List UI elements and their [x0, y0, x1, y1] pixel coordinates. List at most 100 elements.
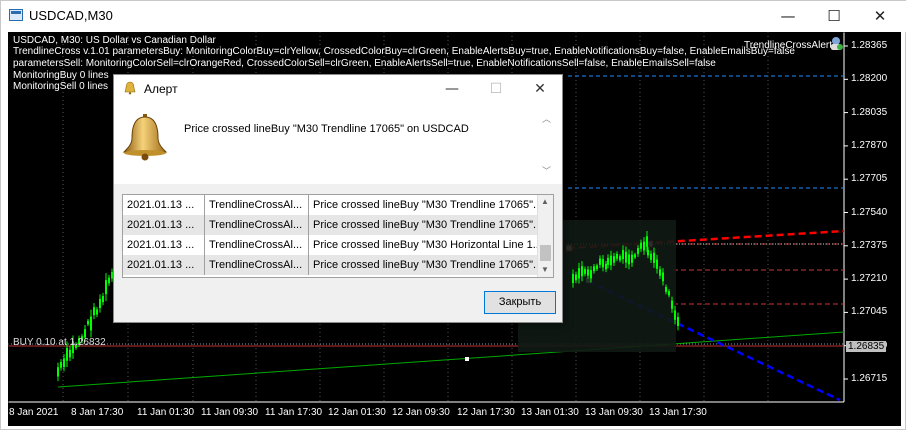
time-tick-label: 11 Jan 09:30 [201, 407, 259, 418]
price-tick-label: 1.27870 [851, 139, 888, 151]
candle-body [646, 236, 648, 247]
candle-body [87, 320, 89, 325]
price-tick-label: 1.27540 [851, 206, 888, 218]
candle-body [650, 253, 652, 260]
maximize-button[interactable]: ☐ [811, 1, 857, 32]
current-price-label: 1.26835 [846, 341, 887, 352]
alert-row-source: TrendlineCrossAl... [205, 255, 309, 275]
alert-dialog-titlebar: Алерт — ☐ ✕ [114, 75, 562, 104]
window-title: USDCAD,M30 [29, 8, 113, 23]
alert-list-scrollbar[interactable]: ▲ ▼ [537, 195, 553, 277]
candle-body [613, 256, 615, 263]
candle-body [581, 266, 583, 277]
candle-body [668, 291, 670, 296]
candle-body [610, 255, 612, 266]
time-tick-label: 11 Jan 17:30 [265, 407, 323, 418]
scroll-down-arrow-icon[interactable]: ﹀ [542, 164, 551, 177]
price-tick-label: 1.27375 [851, 239, 888, 251]
price-tick-label: 1.27705 [851, 173, 888, 185]
time-tick-label: 12 Jan 01:30 [328, 407, 386, 418]
time-tick-label: 11 Jan 01:30 [137, 407, 195, 418]
alert-row-time: 2021.01.13 ... [123, 235, 205, 255]
candle-body [653, 252, 655, 263]
time-tick-label: 13 Jan 17:30 [649, 407, 707, 418]
candle-body [605, 263, 607, 270]
candle-body [631, 254, 633, 263]
alert-row-message: Price crossed lineBuy "M30 Trendline 170… [313, 259, 539, 271]
candle-body [656, 259, 658, 269]
candle-body [57, 367, 59, 377]
alert-message-area: Price crossed lineBuy "M30 Trendline 170… [114, 104, 562, 184]
candle-body [607, 257, 609, 265]
candle-body [659, 269, 661, 276]
candle-body [93, 307, 95, 316]
candle-body [105, 280, 107, 295]
candle-body [619, 256, 621, 261]
list-scroll-down-icon[interactable]: ▼ [541, 265, 549, 274]
dialog-maximize-button: ☐ [489, 81, 503, 97]
candle-body [584, 269, 586, 274]
candle-body [578, 268, 580, 279]
chart-info-buy-params: TrendlineCross v.1.01 parametersBuy: Mon… [13, 46, 795, 57]
alert-row-time: 2021.01.13 ... [123, 215, 205, 235]
candle-body [622, 249, 624, 260]
alert-row[interactable]: 2021.01.13 ... TrendlineCrossAl... Price… [123, 215, 539, 235]
candle-body [575, 274, 577, 281]
time-tick-label: 12 Jan 17:30 [457, 407, 515, 418]
candle-body [63, 358, 65, 368]
time-tick-label: 8 Jan 2021 [9, 407, 59, 418]
candle-body [96, 309, 98, 315]
candle-body [69, 349, 71, 358]
scroll-up-arrow-icon[interactable]: ︿ [542, 112, 551, 125]
candle-body [90, 316, 92, 331]
candle-body [616, 253, 618, 259]
chart-info-sell-params: parametersSell: MonitoringColorSell=clrO… [13, 58, 716, 69]
candle-body [671, 300, 673, 309]
alert-row[interactable]: 2021.01.13 ... TrendlineCrossAl... Price… [123, 235, 539, 255]
expert-advisor-name: TrendlineCrossAlert [744, 40, 832, 51]
candle-body [634, 254, 636, 258]
close-window-button[interactable]: ✕ [857, 1, 903, 32]
dialog-close-button[interactable]: ✕ [518, 75, 562, 104]
dialog-minimize-button[interactable]: — [430, 75, 474, 104]
terminal-window: USDCAD,M30 — ☐ ✕ USDCAD, M30: US Dollar … [0, 0, 906, 430]
alert-row-time: 2021.01.13 ... [123, 255, 205, 275]
alert-row-source: TrendlineCrossAl... [205, 235, 309, 255]
alert-row-message: Price crossed lineBuy "M30 Horizontal Li… [313, 239, 539, 251]
chart-info-monitoring-buy: MonitoringBuy 0 lines [13, 70, 109, 81]
alert-history-list[interactable]: 2021.01.13 ... TrendlineCrossAl... Price… [122, 194, 554, 278]
alert-row[interactable]: 2021.01.13 ... TrendlineCrossAl... Price… [123, 255, 539, 275]
time-tick-label: 8 Jan 17:30 [71, 407, 124, 418]
expert-advisor-icon[interactable] [828, 35, 844, 51]
list-scroll-thumb[interactable] [540, 245, 551, 261]
candle-body [99, 298, 101, 309]
candle-body [599, 258, 601, 265]
price-tick-label: 1.28365 [851, 40, 888, 51]
time-tick-label: 12 Jan 09:30 [392, 407, 450, 418]
candle-body [677, 316, 679, 326]
alert-row[interactable]: 2021.01.13 ... TrendlineCrossAl... Price… [123, 195, 539, 215]
alert-row-source: TrendlineCrossAl... [205, 195, 309, 215]
chart-info-monitoring-sell: MonitoringSell 0 lines [13, 81, 109, 92]
message-scrollbar[interactable]: ︿ ﹀ [540, 112, 554, 176]
candle-body [625, 251, 627, 263]
list-scroll-up-icon[interactable]: ▲ [541, 197, 549, 206]
alert-row-message: Price crossed lineBuy "M30 Trendline 170… [313, 199, 539, 211]
time-tick-label: 13 Jan 01:30 [521, 407, 579, 418]
price-tick-label: 1.26715 [851, 373, 888, 384]
close-alert-button[interactable]: Закрыть [484, 291, 556, 314]
candle-body [665, 286, 667, 292]
candle-body [602, 259, 604, 268]
trendline-handle [465, 357, 469, 361]
chart-window-icon [9, 9, 23, 21]
candle-body [643, 241, 645, 251]
candle-body [587, 269, 589, 276]
window-titlebar: USDCAD,M30 — ☐ ✕ [1, 1, 906, 32]
buy-position-label: BUY 0.10 at 1.26832 [13, 337, 106, 348]
minimize-button[interactable]: — [765, 1, 811, 32]
candle-body [596, 265, 598, 270]
alert-row-source: TrendlineCrossAl... [205, 215, 309, 235]
candle-body [647, 249, 649, 256]
candle-body [108, 277, 110, 284]
alert-message-text: Price crossed lineBuy "M30 Trendline 170… [184, 123, 469, 135]
